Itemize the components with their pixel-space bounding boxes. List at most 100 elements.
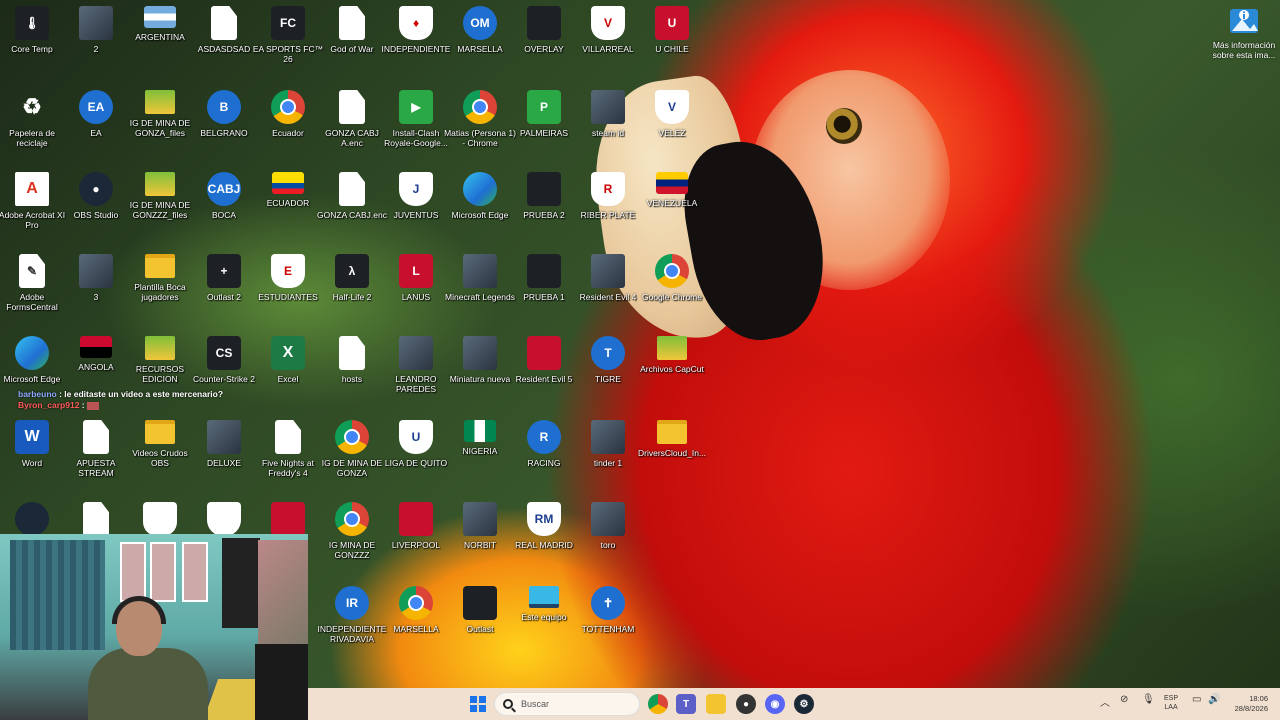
desktop-icon[interactable]: GONZA CABJ.enc bbox=[317, 170, 387, 252]
desktop-icon[interactable]: EA EA bbox=[64, 88, 128, 170]
desktop-icon-glyph-icon bbox=[271, 502, 305, 536]
taskbar-clock[interactable]: 18:06 28/8/2026 bbox=[1228, 694, 1268, 714]
spotlight-info-icon[interactable] bbox=[1224, 6, 1264, 36]
tray-mic-icon[interactable]: 🎙 bbox=[1142, 694, 1155, 705]
desktop-icon[interactable]: RM REAL MADRID bbox=[512, 500, 576, 582]
desktop-icon[interactable]: Microsoft Edge bbox=[448, 170, 512, 252]
desktop-icon[interactable]: steam id bbox=[576, 88, 640, 170]
desktop-icon[interactable]: L LANUS bbox=[384, 252, 448, 334]
start-button[interactable] bbox=[470, 696, 486, 712]
spotlight-info-label[interactable]: Más información sobre esta ima... bbox=[1208, 40, 1280, 60]
desktop-icon[interactable]: Matias (Persona 1) - Chrome bbox=[444, 88, 516, 170]
desktop-icon[interactable]: toro bbox=[576, 500, 640, 582]
desktop-icon[interactable]: ▶ Install-Clash Royale-Google... bbox=[384, 88, 448, 170]
desktop-icon[interactable]: V VILLARREAL bbox=[576, 4, 640, 86]
desktop-icon[interactable]: Outlast bbox=[448, 584, 512, 666]
desktop-icon[interactable]: IG MINA DE GONZZZ bbox=[320, 500, 384, 582]
desktop-icon-label: RACING bbox=[527, 458, 561, 468]
desktop-icon[interactable]: IR INDEPENDIENTE RIVADAVIA bbox=[318, 584, 386, 666]
desktop-icon[interactable]: R RIBER PLATE bbox=[576, 170, 640, 252]
chrome-taskbar-icon[interactable] bbox=[648, 694, 668, 714]
desktop-icon[interactable]: T TIGRE bbox=[576, 334, 640, 416]
desktop-icon[interactable]: Plantilla Boca jugadores bbox=[128, 252, 192, 334]
desktop-icon[interactable]: λ Half-Life 2 bbox=[320, 252, 384, 334]
desktop-icon[interactable]: Ecuador bbox=[256, 88, 320, 170]
teams-taskbar-icon[interactable]: T bbox=[676, 694, 696, 714]
desktop-icon[interactable]: GONZA CABJ A.enc bbox=[320, 88, 384, 170]
desktop-icon-glyph-icon: J bbox=[399, 172, 433, 206]
desktop-icon[interactable]: Minecraft Legends bbox=[445, 252, 515, 334]
desktop-icon[interactable]: IG DE MINA DE GONZA bbox=[320, 418, 384, 500]
desktop-icon[interactable]: ● OBS Studio bbox=[64, 170, 128, 252]
desktop-icon[interactable]: A Adobe Acrobat XI Pro bbox=[0, 170, 65, 252]
desktop-icon[interactable]: MARSELLA bbox=[384, 584, 448, 666]
desktop-icon[interactable]: ♦ INDEPENDIENTE bbox=[382, 4, 450, 86]
desktop-icon[interactable]: U U CHILE bbox=[640, 4, 704, 86]
desktop-icon[interactable]: P PALMEIRAS bbox=[512, 88, 576, 170]
desktop-icon[interactable]: Five Nights at Freddy's 4 bbox=[256, 418, 320, 500]
desktop-icon[interactable]: J JUVENTUS bbox=[384, 170, 448, 252]
desktop-icon[interactable]: APUESTA STREAM bbox=[64, 418, 128, 500]
desktop-icon[interactable]: 2 bbox=[64, 4, 128, 86]
steam-taskbar-icon[interactable]: ⚙ bbox=[794, 694, 814, 714]
desktop-icon[interactable]: OVERLAY bbox=[512, 4, 576, 86]
clock-date: 28/8/2026 bbox=[1234, 704, 1268, 713]
file-explorer-taskbar-icon[interactable] bbox=[706, 694, 726, 714]
desktop-icon[interactable]: CABJ BOCA bbox=[192, 170, 256, 252]
desktop-icon-glyph-icon: 🌡 bbox=[15, 6, 49, 40]
desktop-icon[interactable]: IG DE MINA DE GONZZZ_files bbox=[128, 170, 192, 252]
desktop-icon[interactable]: IG DE MINA DE GONZA_files bbox=[128, 88, 192, 170]
desktop-icon-glyph-icon bbox=[335, 502, 369, 536]
desktop-icon[interactable]: God of War bbox=[320, 4, 384, 86]
tray-chevron-icon[interactable]: ︿ bbox=[1100, 694, 1110, 709]
desktop-icon-label: INDEPENDIENTE RIVADAVIA bbox=[317, 624, 387, 644]
desktop-icon[interactable]: ECUADOR bbox=[256, 170, 320, 252]
desktop-icon[interactable]: ✝ TOTTENHAM bbox=[576, 584, 640, 666]
desktop-icon[interactable]: Este equipo bbox=[512, 584, 576, 666]
desktop-icon[interactable]: PRUEBA 2 bbox=[512, 170, 576, 252]
desktop-icon[interactable]: B BELGRANO bbox=[192, 88, 256, 170]
desktop-icon-glyph-icon bbox=[271, 90, 305, 124]
desktop-icon[interactable]: hosts bbox=[320, 334, 384, 416]
desktop-icon-label: Install-Clash Royale-Google... bbox=[384, 128, 448, 148]
desktop-icon[interactable]: U LIGA DE QUITO bbox=[384, 418, 448, 500]
desktop-icon[interactable]: R RACING bbox=[512, 418, 576, 500]
desktop-icon[interactable]: 3 bbox=[64, 252, 128, 334]
tray-network-icon[interactable]: ⊘ bbox=[1120, 694, 1128, 705]
desktop-icon[interactable]: NIGERIA bbox=[448, 418, 512, 500]
desktop-icon[interactable]: Resident Evil 4 bbox=[576, 252, 640, 334]
desktop-icon[interactable]: ARGENTINA bbox=[128, 4, 192, 86]
desktop-icon[interactable]: + Outlast 2 bbox=[192, 252, 256, 334]
taskbar-search[interactable]: Buscar bbox=[494, 692, 640, 716]
tray-display-icon[interactable]: ▭ bbox=[1192, 694, 1201, 705]
desktop-icon[interactable]: VENEZUELA bbox=[640, 170, 704, 252]
desktop-icon[interactable]: W Word bbox=[0, 418, 64, 500]
desktop-icon[interactable]: Archivos CapCut bbox=[640, 334, 704, 416]
tray-volume-icon[interactable]: 🔊 bbox=[1208, 694, 1220, 705]
desktop-icon[interactable]: 🌡 Core Temp bbox=[0, 4, 64, 86]
desktop-icon[interactable]: ♻ Papelera de reciclaje bbox=[0, 88, 64, 170]
desktop-icon[interactable]: Resident Evil 5 bbox=[512, 334, 576, 416]
desktop-icon[interactable]: ASDASDSAD bbox=[192, 4, 256, 86]
language-indicator[interactable]: ESP LAA bbox=[1164, 694, 1178, 712]
desktop-icon[interactable]: LEANDRO PAREDES bbox=[384, 334, 448, 416]
desktop-icon[interactable]: FC EA SPORTS FC™ 26 bbox=[253, 4, 323, 86]
desktop-icon-label: Outlast 2 bbox=[206, 292, 242, 302]
desktop-icon[interactable]: ✎ Adobe FormsCentral bbox=[0, 252, 64, 334]
desktop-icon[interactable]: DriversCloud_In... bbox=[638, 418, 706, 500]
desktop-icon[interactable]: NORBIT bbox=[448, 500, 512, 582]
desktop-icon[interactable]: Miniatura nueva bbox=[448, 334, 512, 416]
desktop-icon[interactable]: PRUEBA 1 bbox=[512, 252, 576, 334]
discord-taskbar-icon[interactable]: ◉ bbox=[765, 694, 785, 714]
desktop-icon[interactable]: OM MARSELLA bbox=[448, 4, 512, 86]
desktop-icon[interactable]: Google Chrome bbox=[640, 252, 704, 334]
desktop-icon[interactable]: V VELEZ bbox=[640, 88, 704, 170]
desktop-icon-label: Resident Evil 4 bbox=[579, 292, 637, 302]
desktop-icon[interactable]: tinder 1 bbox=[576, 418, 640, 500]
obs-taskbar-icon[interactable]: ● bbox=[736, 694, 756, 714]
desktop-icon[interactable]: E ESTUDIANTES bbox=[256, 252, 320, 334]
desktop-icon[interactable]: DELUXE bbox=[192, 418, 256, 500]
desktop-icon[interactable]: Videos Crudos OBS bbox=[128, 418, 192, 500]
desktop-icon[interactable]: LIVERPOOL bbox=[384, 500, 448, 582]
desktop-icon[interactable]: X Excel bbox=[256, 334, 320, 416]
